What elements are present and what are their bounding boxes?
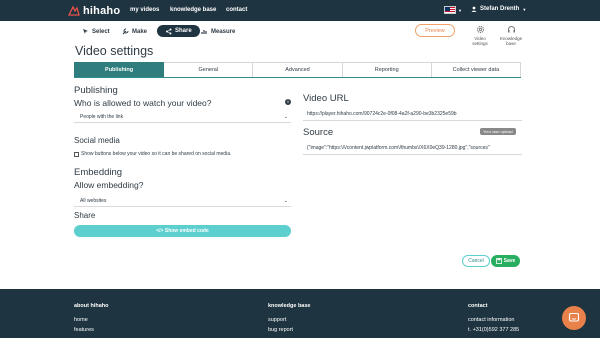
gear-icon	[476, 25, 484, 34]
nav-my-videos[interactable]: my videos	[130, 7, 159, 13]
headset-icon	[507, 26, 515, 33]
source-heading: Source	[303, 127, 334, 138]
footer-link-support[interactable]: support	[268, 317, 286, 323]
step-share[interactable]: Share	[157, 25, 200, 37]
logo-text: hihaho	[83, 4, 121, 17]
save-label: Save	[503, 258, 516, 264]
embedding-heading: Embedding	[74, 167, 123, 178]
step-select-label: Select	[92, 28, 110, 35]
footer-kb-heading: knowledge base	[268, 303, 311, 309]
visibility-select-value: People with the link	[80, 113, 124, 120]
chevron-down-icon: ▼	[522, 6, 527, 12]
chevron-down-icon: ⌄	[283, 114, 288, 120]
footer-phone[interactable]: t. +31(0)592 377 285	[468, 327, 519, 333]
tab-collect-viewer-data[interactable]: Collect viewer data	[431, 62, 522, 77]
save-button[interactable]: Save	[491, 255, 520, 267]
chevron-down-icon: ▼	[458, 8, 462, 13]
step-select[interactable]: Select	[82, 26, 110, 37]
video-settings-button[interactable]: Video settings	[465, 25, 495, 46]
chart-icon	[201, 30, 207, 34]
step-measure[interactable]: Measure	[201, 26, 235, 37]
footer-link-home[interactable]: home	[74, 317, 88, 323]
publishing-heading: Publishing	[74, 85, 118, 96]
share-heading: Share	[74, 211, 96, 220]
us-flag-icon[interactable]	[444, 6, 456, 14]
user-icon	[471, 6, 477, 12]
source-badge: Your own upload	[480, 128, 516, 135]
footer-link-contact-info[interactable]: contact information	[468, 317, 514, 323]
step-make-label: Make	[132, 28, 148, 35]
embedding-select[interactable]: All websites ⌄	[74, 195, 291, 207]
wrench-icon	[122, 28, 129, 35]
publishing-question: Who is allowed to watch your video?	[74, 98, 212, 108]
nav-contact[interactable]: contact	[226, 7, 247, 13]
preview-button[interactable]: Preview	[415, 24, 455, 37]
share-icon	[166, 28, 172, 34]
settings-tabs: Publishing General Advanced Reporting Co…	[74, 62, 522, 78]
footer-contact-heading: contact	[468, 303, 488, 309]
visibility-select[interactable]: People with the link ⌄	[74, 111, 291, 123]
knowledge-base-button[interactable]: Knowledge base	[496, 25, 526, 46]
video-url-field[interactable]: https://player.hihaho.com/90724c2e-0f08-…	[303, 108, 522, 121]
footer-about-heading: about hihaho	[74, 303, 109, 309]
nav-knowledge-base[interactable]: knowledge base	[170, 7, 216, 13]
step-make[interactable]: Make	[122, 26, 147, 37]
step-share-label: Share	[175, 28, 192, 34]
social-checkbox[interactable]	[74, 151, 79, 157]
user-menu[interactable]: Stefan Drenth ▼	[471, 6, 526, 12]
chevron-down-icon: ⌄	[283, 198, 288, 204]
logo[interactable]: hihaho	[68, 5, 120, 17]
tab-publishing[interactable]: Publishing	[74, 62, 165, 77]
footer-link-features[interactable]: features	[74, 327, 94, 333]
show-embed-code-button[interactable]: </> Show embed code	[74, 225, 291, 237]
social-checkbox-row[interactable]: Show buttons below your video so it can …	[74, 151, 231, 157]
source-field[interactable]: {"image":"https:\/\/content.jwplatform.c…	[303, 142, 522, 155]
cancel-button[interactable]: Cancel	[462, 255, 490, 267]
embedding-question: Allow embedding?	[74, 180, 144, 190]
step-measure-label: Measure	[211, 28, 236, 35]
tab-reporting[interactable]: Reporting	[342, 62, 432, 77]
select-icon	[83, 29, 88, 34]
info-icon[interactable]: i	[285, 99, 291, 105]
top-nav: hihaho my videos knowledge base contact …	[0, 0, 600, 21]
user-name: Stefan Drenth	[480, 6, 520, 12]
social-checkbox-label: Show buttons below your video so it can …	[81, 151, 232, 157]
chat-icon	[568, 312, 580, 322]
page-title: Video settings	[75, 44, 154, 58]
footer-link-bug-report[interactable]: bug report	[268, 327, 293, 333]
video-settings-label-2: settings	[472, 41, 488, 46]
tab-advanced[interactable]: Advanced	[253, 62, 343, 77]
chat-button[interactable]	[562, 306, 586, 330]
video-url-heading: Video URL	[303, 93, 349, 104]
knowledge-base-label-2: base	[506, 41, 516, 46]
embedding-select-value: All websites	[80, 197, 107, 204]
save-icon	[495, 258, 502, 264]
logo-icon	[68, 5, 80, 16]
social-heading: Social media	[74, 136, 120, 145]
tab-general[interactable]: General	[164, 62, 254, 77]
